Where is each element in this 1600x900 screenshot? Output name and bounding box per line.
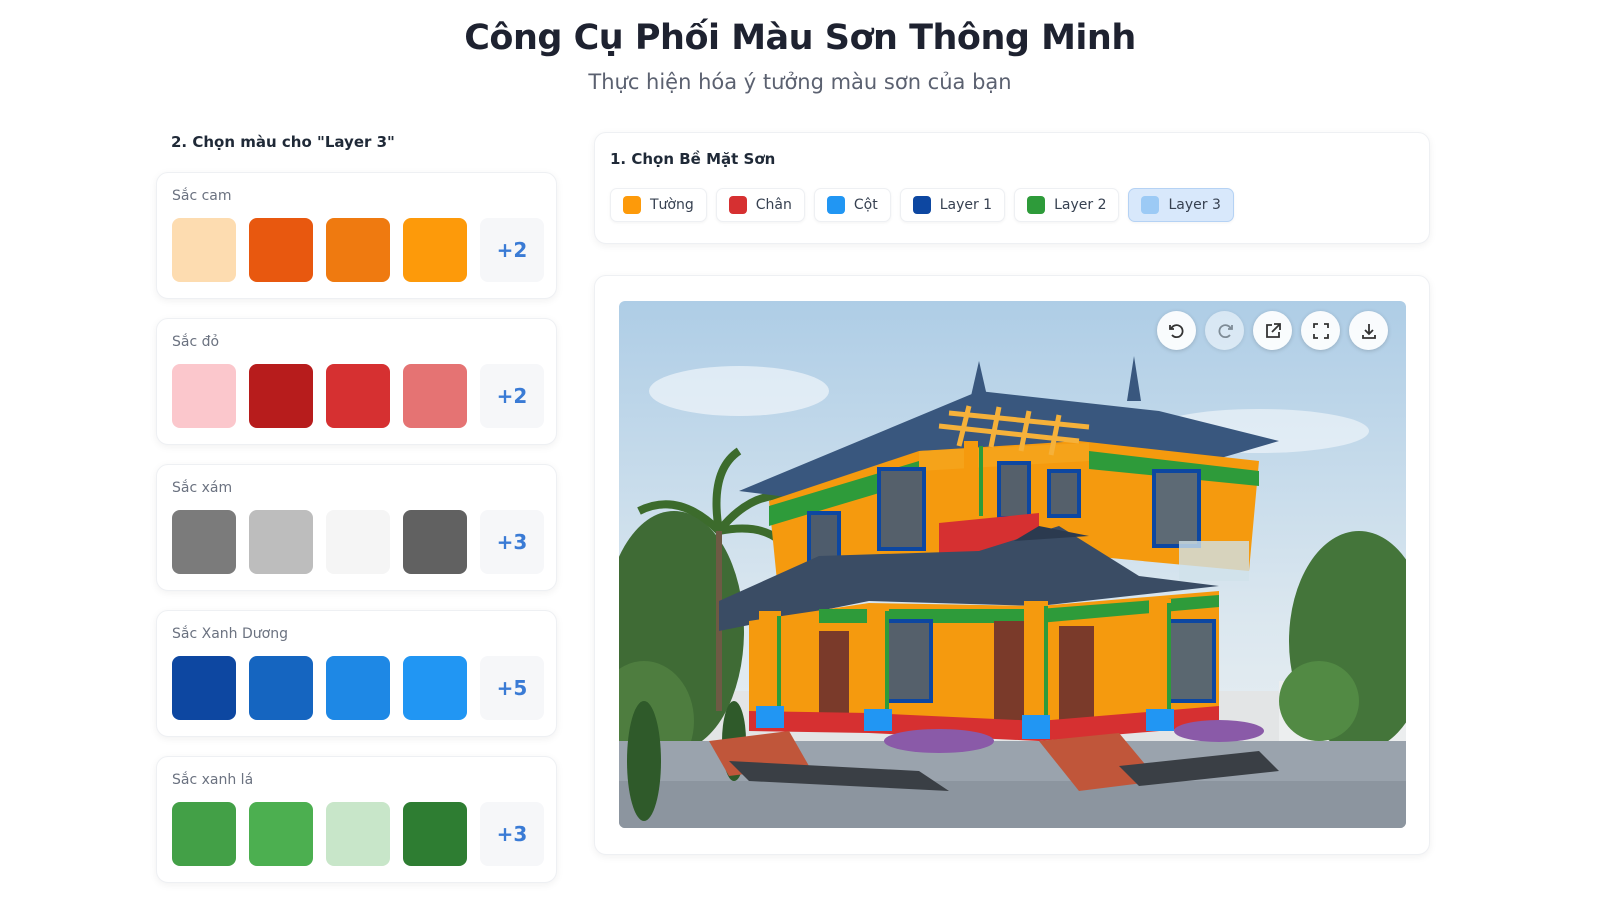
download-icon xyxy=(1361,323,1376,339)
surface-button[interactable]: Layer 2 xyxy=(1014,188,1120,222)
surface-button[interactable]: Cột xyxy=(813,188,891,222)
preview-card xyxy=(594,275,1430,855)
color-swatch[interactable] xyxy=(403,218,467,282)
surface-color-dot xyxy=(912,196,931,214)
surface-color-dot xyxy=(1141,196,1160,214)
surface-button[interactable]: Chân xyxy=(715,188,805,222)
swatch-row: +2 xyxy=(172,218,544,282)
house-preview-image xyxy=(619,301,1406,828)
color-group-name: Sắc xanh lá xyxy=(172,772,254,788)
color-swatch[interactable] xyxy=(326,802,390,866)
download-button[interactable] xyxy=(1349,311,1388,350)
fullscreen-icon xyxy=(1312,322,1329,339)
more-colors-button[interactable]: +2 xyxy=(480,218,544,282)
swatch-row: +5 xyxy=(172,656,544,720)
surface-label: Layer 2 xyxy=(1054,197,1107,213)
color-swatch[interactable] xyxy=(403,364,467,428)
surface-color-dot xyxy=(1027,196,1046,214)
color-swatch[interactable] xyxy=(326,364,390,428)
external-link-icon xyxy=(1265,322,1281,338)
color-swatch[interactable] xyxy=(172,802,236,866)
page-title: Công Cụ Phối Màu Sơn Thông Minh xyxy=(464,18,1136,58)
surface-button[interactable]: Layer 3 xyxy=(1128,188,1234,222)
open-external-button[interactable] xyxy=(1253,311,1292,350)
color-swatch[interactable] xyxy=(249,510,313,574)
surface-label: Layer 1 xyxy=(939,197,993,213)
color-group-name: Sắc Xanh Dương xyxy=(172,626,288,642)
color-swatch[interactable] xyxy=(172,218,236,282)
redo-button[interactable] xyxy=(1205,311,1244,350)
house-illustration xyxy=(619,301,1406,828)
surface-label: Tường xyxy=(650,197,694,213)
redo-icon xyxy=(1218,323,1233,338)
swatch-row: +3 xyxy=(172,802,544,866)
more-colors-button[interactable]: +3 xyxy=(480,510,544,574)
color-group-card: Sắc Xanh Dương +5 xyxy=(156,610,557,737)
color-swatch[interactable] xyxy=(172,656,236,720)
color-group-name: Sắc cam xyxy=(172,188,232,204)
color-group-card: Sắc cam +2 xyxy=(156,172,557,299)
color-swatch[interactable] xyxy=(249,656,313,720)
color-swatch[interactable] xyxy=(172,364,236,428)
color-swatch[interactable] xyxy=(326,510,390,574)
surface-selector-title: 1. Chọn Bề Mặt Sơn xyxy=(610,150,776,168)
color-swatch[interactable] xyxy=(403,802,467,866)
color-group-name: Sắc đỏ xyxy=(172,334,220,350)
surface-list: Tường Chân Cột Layer 1 Layer 2 Layer 3 xyxy=(610,188,1234,222)
surface-button[interactable]: Layer 1 xyxy=(899,188,1006,222)
color-group-card: Sắc xanh lá +3 xyxy=(156,756,557,883)
surface-label: Chân xyxy=(755,197,792,213)
color-swatch[interactable] xyxy=(403,510,467,574)
preview-toolbar xyxy=(1157,311,1388,350)
more-colors-button[interactable]: +3 xyxy=(480,802,544,866)
surface-color-dot xyxy=(826,196,845,214)
color-swatch[interactable] xyxy=(249,218,313,282)
swatch-row: +3 xyxy=(172,510,544,574)
surface-button[interactable]: Tường xyxy=(610,188,707,222)
undo-button[interactable] xyxy=(1157,311,1196,350)
color-picker-title: 2. Chọn màu cho "Layer 3" xyxy=(171,133,395,151)
color-swatch[interactable] xyxy=(249,802,313,866)
color-swatch[interactable] xyxy=(326,218,390,282)
color-swatch[interactable] xyxy=(326,656,390,720)
color-swatch[interactable] xyxy=(172,510,236,574)
surface-color-dot xyxy=(623,196,641,214)
surface-label: Layer 3 xyxy=(1168,197,1221,213)
swatch-row: +2 xyxy=(172,364,544,428)
surface-color-dot xyxy=(728,196,747,214)
undo-icon xyxy=(1168,323,1183,338)
color-swatch[interactable] xyxy=(249,364,313,428)
more-colors-button[interactable]: +2 xyxy=(480,364,544,428)
fullscreen-button[interactable] xyxy=(1301,311,1340,350)
color-group-name: Sắc xám xyxy=(172,480,233,496)
more-colors-button[interactable]: +5 xyxy=(480,656,544,720)
page-subtitle: Thực hiện hóa ý tưởng màu sơn của bạn xyxy=(588,70,1012,94)
surface-label: Cột xyxy=(853,197,878,213)
color-group-card: Sắc đỏ +2 xyxy=(156,318,557,445)
surface-selector-card: 1. Chọn Bề Mặt Sơn Tường Chân Cột Layer 1 La… xyxy=(594,132,1430,244)
color-group-card: Sắc xám +3 xyxy=(156,464,557,591)
color-swatch[interactable] xyxy=(403,656,467,720)
